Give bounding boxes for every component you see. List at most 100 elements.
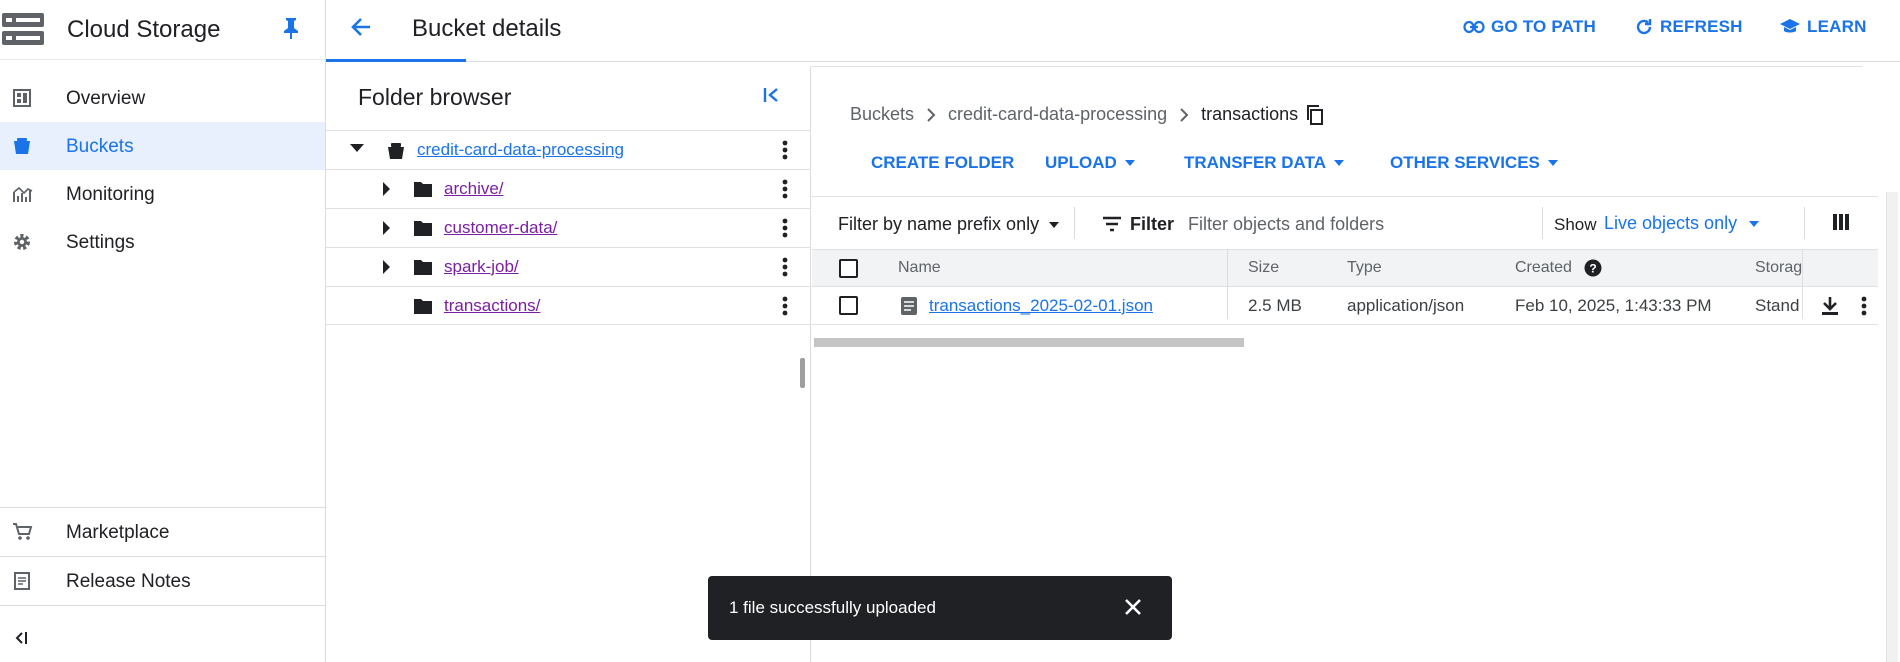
caret-down-icon (1124, 160, 1135, 166)
folder-link[interactable]: archive/ (444, 179, 504, 199)
nav-item-label: Marketplace (66, 522, 170, 543)
expanded-arrow-icon[interactable] (349, 142, 365, 154)
nav-item-label: Buckets (66, 136, 134, 157)
column-size[interactable]: Size (1248, 259, 1279, 277)
collapse-nav-icon[interactable] (12, 630, 30, 646)
column-name[interactable]: Name (898, 259, 941, 277)
notes-icon (12, 571, 32, 591)
folder-browser-title: Folder browser (358, 84, 512, 110)
breadcrumb-current: transactions (1201, 104, 1299, 124)
divider (812, 66, 1862, 67)
link-icon (1463, 20, 1485, 34)
more-vert-icon[interactable] (1861, 296, 1867, 316)
object-created: Feb 10, 2025, 1:43:33 PM (1515, 296, 1712, 315)
go-to-path-button[interactable]: GO TO PATH (1463, 17, 1596, 37)
panel-resize-handle[interactable] (800, 358, 805, 388)
more-vert-icon[interactable] (782, 140, 788, 160)
caret-down-icon (1049, 221, 1060, 228)
column-created[interactable]: Created ? (1515, 259, 1602, 277)
collapse-panel-icon[interactable] (762, 86, 782, 104)
nav-item-label: Monitoring (66, 184, 155, 205)
folder-link[interactable]: spark-job/ (444, 257, 519, 277)
filter-input[interactable] (1188, 209, 1536, 239)
page-title: Bucket details (412, 15, 562, 42)
table-row[interactable]: transactions_2025-02-01.json 2.5 MB appl… (812, 287, 1878, 325)
collapsed-arrow-icon[interactable] (381, 220, 391, 236)
learn-button[interactable]: LEARN (1779, 17, 1867, 37)
tree-row-folder[interactable]: customer-data/ (326, 208, 811, 247)
refresh-button[interactable]: REFRESH (1634, 17, 1743, 37)
select-all-checkbox[interactable] (839, 259, 858, 278)
filter-icon (1102, 216, 1122, 232)
row-checkbox[interactable] (839, 296, 858, 315)
more-vert-icon[interactable] (782, 296, 788, 316)
snackbar: 1 file successfully uploaded (708, 576, 1172, 640)
more-vert-icon[interactable] (782, 218, 788, 238)
folder-link[interactable]: transactions/ (444, 296, 540, 316)
horizontal-scrollbar[interactable] (814, 338, 1244, 347)
other-services-button[interactable]: OTHER SERVICES (1390, 153, 1558, 173)
school-icon (1779, 18, 1801, 36)
folder-icon (413, 219, 433, 237)
nav-item-monitoring[interactable]: Monitoring (0, 170, 325, 218)
filter-prefix-dropdown[interactable]: Filter by name prefix only (838, 214, 1060, 235)
download-icon[interactable] (1821, 296, 1839, 316)
object-name-link[interactable]: transactions_2025-02-01.json (929, 296, 1153, 316)
svg-text:?: ? (1589, 262, 1596, 276)
object-type: application/json (1347, 296, 1465, 315)
object-browser: Buckets credit-card-data-processing tran… (812, 66, 1900, 662)
vertical-scrollbar[interactable] (1886, 192, 1898, 662)
dashboard-icon (12, 88, 32, 108)
collapsed-arrow-icon[interactable] (381, 181, 391, 197)
tree-row-folder[interactable]: transactions/ (326, 286, 811, 325)
divider (1542, 207, 1543, 239)
more-vert-icon[interactable] (782, 179, 788, 199)
collapsed-arrow-icon[interactable] (381, 259, 391, 275)
folder-icon (413, 180, 433, 198)
help-icon[interactable]: ? (1584, 259, 1602, 277)
tree-row-folder[interactable]: spark-job/ (326, 247, 811, 286)
cart-icon (12, 522, 34, 542)
gear-icon (12, 232, 32, 252)
create-folder-button[interactable]: CREATE FOLDER (871, 153, 1014, 173)
tree-row-bucket[interactable]: credit-card-data-processing (326, 130, 811, 169)
product-title: Cloud Storage (67, 16, 221, 43)
more-vert-icon[interactable] (782, 257, 788, 277)
show-dropdown[interactable]: Live objects only (1604, 213, 1760, 234)
nav-item-overview[interactable]: Overview (0, 74, 325, 122)
breadcrumb-buckets[interactable]: Buckets (850, 104, 914, 125)
column-type[interactable]: Type (1347, 259, 1382, 277)
pin-icon[interactable] (282, 17, 300, 39)
breadcrumb: Buckets credit-card-data-processing tran… (850, 104, 1324, 125)
nav-item-settings[interactable]: Settings (0, 218, 325, 266)
copy-icon[interactable] (1306, 104, 1324, 125)
chart-icon (12, 184, 34, 204)
nav-header: Cloud Storage (0, 0, 325, 60)
breadcrumb-bucket[interactable]: credit-card-data-processing (948, 104, 1167, 125)
folder-icon (413, 297, 433, 315)
column-storage[interactable]: Storag (1755, 259, 1803, 277)
folder-link[interactable]: customer-data/ (444, 218, 557, 238)
folder-icon (413, 258, 433, 276)
nav-item-buckets[interactable]: Buckets (0, 122, 325, 170)
nav-item-marketplace[interactable]: Marketplace (0, 508, 325, 556)
back-arrow-icon[interactable] (348, 14, 374, 40)
close-icon[interactable] (1123, 597, 1143, 617)
folder-browser: Folder browser credit-card-data-processi… (326, 66, 811, 662)
show-label: Show (1554, 215, 1597, 234)
nav-item-label: Settings (66, 232, 135, 253)
nav-item-label: Release Notes (66, 571, 191, 592)
table-header: Name Size Type Created ? Storag (812, 249, 1878, 287)
transfer-data-button[interactable]: TRANSFER DATA (1184, 153, 1344, 173)
nav-item-release-notes[interactable]: Release Notes (0, 557, 325, 605)
bucket-icon (386, 141, 406, 161)
active-tab-indicator (326, 59, 466, 62)
upload-button[interactable]: UPLOAD (1045, 153, 1135, 173)
column-display-icon[interactable] (1832, 213, 1850, 231)
object-storage-class: Stand (1755, 296, 1800, 315)
filter-bar: Filter by name prefix only Filter Show L… (812, 196, 1878, 249)
bucket-link[interactable]: credit-card-data-processing (417, 140, 624, 160)
snackbar-message: 1 file successfully uploaded (729, 598, 936, 617)
bucket-icon (12, 136, 32, 156)
tree-row-folder[interactable]: archive/ (326, 169, 811, 208)
